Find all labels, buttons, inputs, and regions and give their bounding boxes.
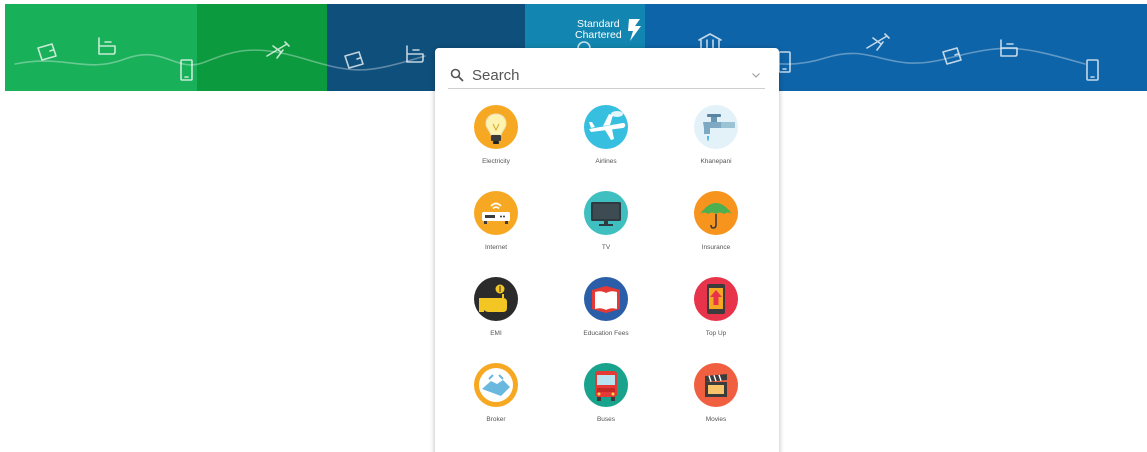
phone-icon: [180, 59, 193, 81]
clapperboard-icon: [694, 363, 738, 407]
brand-logo[interactable]: Standard Chartered: [575, 14, 644, 46]
water-tap-icon: [694, 105, 738, 149]
category-movies[interactable]: Movies: [661, 362, 771, 448]
phone-icon: [1086, 59, 1099, 81]
category-education-fees[interactable]: Education Fees: [551, 276, 661, 362]
airplane-icon: [266, 41, 290, 59]
category-label: Top Up: [705, 330, 727, 337]
umbrella-icon: [694, 191, 738, 235]
category-label: Broker: [486, 416, 506, 423]
wallet-icon: [344, 51, 364, 69]
category-electricity[interactable]: Electricity: [441, 104, 551, 190]
sc-logo-icon: [627, 19, 641, 41]
category-label: Electricity: [482, 158, 510, 165]
book-icon: [584, 277, 628, 321]
category-label: Insurance: [701, 244, 731, 251]
category-label: TV: [601, 244, 611, 251]
category-label: Khanepani: [700, 158, 732, 165]
category-label: Education Fees: [583, 330, 629, 337]
payment-page: Standard Chartered Search Electricity Ai…: [0, 0, 1147, 452]
airplane-icon: [584, 105, 628, 149]
bathtub-icon: [1000, 39, 1018, 57]
hand-coin-icon: [474, 277, 518, 321]
wallet-icon: [37, 43, 57, 61]
phone-icon: [778, 51, 791, 73]
category-khanepani[interactable]: Khanepani: [661, 104, 771, 190]
router-icon: [474, 191, 518, 235]
category-buses[interactable]: Buses: [551, 362, 661, 448]
category-label: Buses: [596, 416, 616, 423]
category-grid: Electricity Airlines Khanepani Internet …: [441, 104, 773, 448]
category-insurance[interactable]: Insurance: [661, 190, 771, 276]
chevron-down-icon[interactable]: [751, 70, 761, 80]
category-label: Movies: [705, 416, 727, 423]
category-internet[interactable]: Internet: [441, 190, 551, 276]
category-label: EMI: [490, 330, 502, 337]
category-tv[interactable]: TV: [551, 190, 661, 276]
search-input[interactable]: [472, 66, 742, 84]
category-label: Internet: [484, 244, 508, 251]
category-top-up[interactable]: Top Up: [661, 276, 771, 362]
search-icon: [450, 68, 464, 82]
mobile-topup-icon: [694, 277, 738, 321]
category-label: Airlines: [595, 158, 617, 165]
bathtub-icon: [98, 37, 116, 55]
search-bar[interactable]: [448, 62, 765, 89]
handshake-icon: [474, 363, 518, 407]
lightbulb-icon: [474, 105, 518, 149]
category-emi[interactable]: EMI: [441, 276, 551, 362]
airplane-icon: [866, 33, 890, 51]
brand-name: Standard Chartered: [575, 18, 622, 41]
bus-icon: [584, 363, 628, 407]
category-broker[interactable]: Broker: [441, 362, 551, 448]
category-airlines[interactable]: Airlines: [551, 104, 661, 190]
biller-category-card: Electricity Airlines: [435, 48, 779, 452]
tv-icon: [584, 191, 628, 235]
